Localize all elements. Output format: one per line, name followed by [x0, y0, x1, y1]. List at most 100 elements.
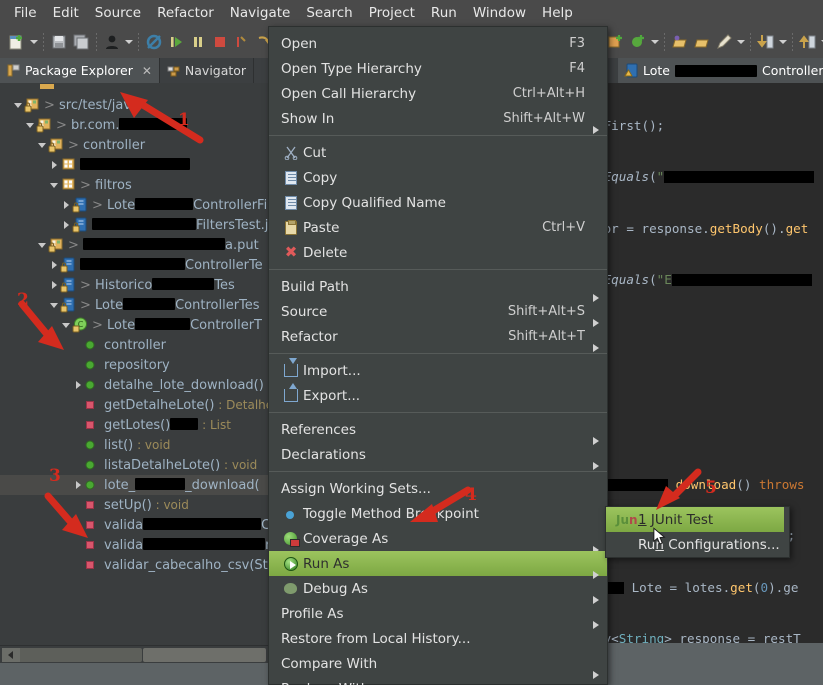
chevron-right-icon[interactable] [60, 215, 72, 235]
context-menu-item-run-as[interactable]: Run As [269, 551, 607, 579]
scrollbar-thumb-right[interactable] [143, 648, 266, 662]
chevron-right-icon[interactable] [48, 255, 60, 275]
next-annotation-dropdown-icon[interactable] [777, 32, 788, 52]
new-dropdown-icon[interactable] [28, 32, 39, 52]
context-menu-item-replace-with[interactable]: Replace With [269, 676, 607, 685]
tree-row[interactable]: detalhe_lote_download() [0, 375, 268, 395]
menubar-item-source[interactable]: Source [87, 2, 149, 24]
tree-row[interactable]: > src/test/java [0, 95, 268, 115]
menubar-item-help[interactable]: Help [534, 2, 581, 24]
context-menu-item-paste[interactable]: Paste Ctrl+V [269, 215, 607, 240]
editor-tab-active[interactable]: Lote Controller [618, 58, 823, 83]
tree-row[interactable]: controller [0, 335, 268, 355]
context-menu-item-delete[interactable]: ✖ Delete [269, 240, 607, 265]
tree-row[interactable]: getLotes() : List [0, 415, 268, 435]
prev-annotation-icon[interactable] [798, 32, 818, 52]
suspend-icon[interactable] [188, 32, 208, 52]
context-menu-item-toggle-method-breakpoint[interactable]: Toggle Method Breakpoint [269, 501, 607, 526]
tree-row[interactable]: validan [0, 535, 268, 555]
project-tree[interactable]: > src/test/java > br.com. > controller > fi… [0, 83, 268, 663]
context-menu-item-restore-from-local-history[interactable]: Restore from Local History... [269, 626, 607, 651]
tree-row[interactable]: > Lote ControllerTes [0, 295, 268, 315]
context-menu-item-source[interactable]: Source Shift+Alt+S [269, 299, 607, 327]
prev-annotation-dropdown-icon[interactable] [819, 32, 823, 52]
tree-row[interactable]: > br.com. [0, 115, 268, 135]
scroll-left-button[interactable] [2, 648, 20, 662]
view-tab-navigator[interactable]: Navigator [160, 58, 255, 83]
chevron-right-icon[interactable] [60, 195, 72, 215]
tree-row[interactable]: list() : void [0, 435, 268, 455]
tree-row[interactable]: valida Co [0, 515, 268, 535]
context-menu-item-open-type-hierarchy[interactable]: Open Type Hierarchy F4 [269, 56, 607, 81]
context-menu-item-copy[interactable]: Copy [269, 165, 607, 190]
tree-row[interactable]: getDetalheLote() : Detalhe [0, 395, 268, 415]
tree-row[interactable]: repository [0, 355, 268, 375]
chevron-down-icon[interactable] [24, 115, 36, 135]
tree-row[interactable]: lote_ _download( [0, 475, 268, 495]
menubar-item-search[interactable]: Search [298, 2, 360, 24]
chevron-right-icon[interactable] [48, 155, 60, 175]
menubar-item-edit[interactable]: Edit [45, 2, 87, 24]
context-menu-item-compare-with[interactable]: Compare With [269, 651, 607, 679]
chevron-down-icon[interactable] [48, 175, 60, 195]
resume-icon[interactable] [166, 32, 186, 52]
chevron-down-icon[interactable] [12, 95, 24, 115]
context-menu-item-show-in[interactable]: Show In Shift+Alt+W [269, 106, 607, 134]
context-menu-item-cut[interactable]: Cut [269, 140, 607, 165]
tree-row[interactable]: > a.put [0, 235, 268, 255]
submenu-item-run-configurations[interactable]: Run Configurations... [606, 532, 789, 557]
menubar-item-refactor[interactable]: Refactor [149, 2, 222, 24]
context-menu-item-open[interactable]: Open F3 [269, 31, 607, 56]
context-menu-item-open-call-hierarchy[interactable]: Open Call Hierarchy Ctrl+Alt+H [269, 81, 607, 106]
context-menu-item-coverage-as[interactable]: Coverage As [269, 526, 607, 554]
menubar-item-window[interactable]: Window [465, 2, 534, 24]
tree-row[interactable]: FiltersTest.java [0, 215, 268, 235]
context-menu-item-export[interactable]: Export... [269, 382, 607, 408]
skip-breakpoints-icon[interactable] [144, 32, 164, 52]
chevron-down-icon[interactable] [48, 295, 60, 315]
chevron-down-icon[interactable] [36, 135, 48, 155]
context-menu-item-build-path[interactable]: Build Path [269, 274, 607, 302]
context-menu-item-import[interactable]: Import... [269, 357, 607, 383]
chevron-right-icon[interactable] [72, 375, 84, 395]
context-menu-item-debug-as[interactable]: Debug As [269, 576, 607, 604]
chevron-right-icon[interactable] [48, 275, 60, 295]
open-resource-icon[interactable] [692, 32, 712, 52]
next-annotation-icon[interactable] [756, 32, 776, 52]
context-menu-item-profile-as[interactable]: Profile As [269, 601, 607, 629]
run-as-submenu[interactable]: Jun1 JUnit TestRun Configurations... [605, 506, 790, 558]
scrollbar-thumb-left[interactable] [2, 648, 142, 662]
user-dropdown-icon[interactable] [123, 32, 134, 52]
context-menu-item-assign-working-sets[interactable]: Assign Working Sets... [269, 476, 607, 501]
tree-row[interactable]: listaDetalheLote() : void [0, 455, 268, 475]
tree-horizontal-scrollbar[interactable] [0, 645, 268, 663]
tree-row[interactable]: > Historico Tes [0, 275, 268, 295]
code-content[interactable]: dFirst(); tEquals(" lor = response.getBo… [596, 83, 823, 668]
chevron-right-icon[interactable] [72, 475, 84, 495]
new-icon[interactable] [7, 32, 27, 52]
submenu-item-1-junit-test[interactable]: Jun 1 JUnit Test [606, 507, 784, 532]
chevron-down-icon[interactable] [36, 235, 48, 255]
view-tab-package-explorer[interactable]: Package Explorer ✕ [0, 58, 160, 83]
user-icon[interactable] [102, 32, 122, 52]
tree-row[interactable]: > filtros [0, 175, 268, 195]
menubar-item-project[interactable]: Project [361, 2, 423, 24]
tree-row[interactable] [0, 155, 268, 175]
edit-pencil-icon[interactable] [714, 32, 734, 52]
new-package-icon[interactable] [628, 32, 648, 52]
tree-row[interactable]: > Lote ControllerFilt [0, 195, 268, 215]
tree-row[interactable]: C > Lote ControllerT [0, 315, 268, 335]
open-type-icon[interactable] [670, 32, 690, 52]
context-menu-item-copy-qualified-name[interactable]: Copy Qualified Name [269, 190, 607, 215]
menubar-item-file[interactable]: File [6, 2, 45, 24]
terminate-icon[interactable] [210, 32, 230, 52]
context-menu-item-declarations[interactable]: Declarations [269, 442, 607, 470]
context-menu[interactable]: Open F3 Open Type Hierarchy F4 Open Call Hie… [268, 26, 608, 685]
new-dropdown-right-icon[interactable] [649, 32, 660, 52]
close-icon[interactable]: ✕ [142, 64, 152, 78]
menubar-item-run[interactable]: Run [423, 2, 465, 24]
tree-row[interactable]: validar_cabecalho_csv(Str [0, 555, 268, 575]
disconnect-icon[interactable] [232, 32, 252, 52]
chevron-down-icon[interactable] [60, 315, 72, 335]
context-menu-item-refactor[interactable]: Refactor Shift+Alt+T [269, 324, 607, 352]
